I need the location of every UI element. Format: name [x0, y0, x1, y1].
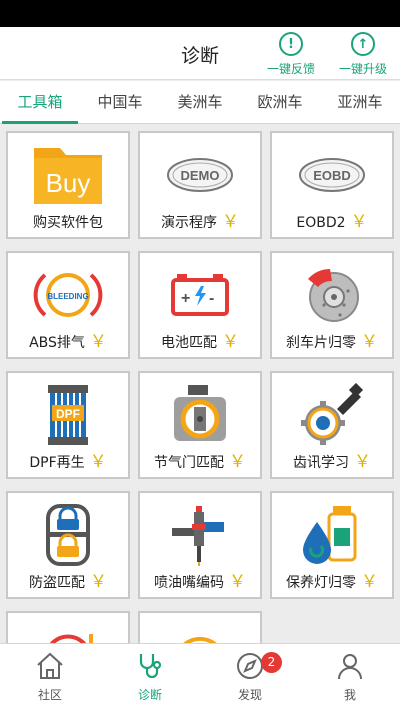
brake-bleeding-icon: BLEEDING — [8, 259, 128, 331]
tab-europe[interactable]: 欧洲车 — [240, 81, 320, 124]
tool-card-eobd2[interactable]: EOBD EOBD2 ￥ — [270, 131, 394, 239]
tool-card-demo[interactable]: DEMO 演示程序 ￥ — [138, 131, 262, 239]
price-icon: ￥ — [222, 332, 239, 352]
tool-card-immobilizer[interactable]: 防盗匹配 ￥ — [6, 491, 130, 599]
tool-label: 喷油嘴编码 — [154, 575, 224, 591]
eobd-badge-text: EOBD — [313, 168, 351, 183]
upgrade-label: 一键升级 — [338, 62, 387, 76]
tool-card-dpf-regen[interactable]: DPF DPF再生 ￥ — [6, 371, 130, 479]
oil-service-icon — [272, 499, 392, 571]
demo-badge-text: DEMO — [181, 168, 220, 183]
demo-badge-icon: DEMO — [140, 139, 260, 211]
buy-folder-text: Buy — [46, 168, 91, 198]
tool-card-battery-match[interactable]: + - 电池匹配 ￥ — [138, 251, 262, 359]
nav-community[interactable]: 社区 — [0, 650, 100, 703]
tool-label: 保养灯归零 — [286, 575, 356, 591]
price-icon: ￥ — [361, 572, 378, 592]
injector-icon — [140, 499, 260, 571]
tool-label: 刹车片归零 — [286, 335, 356, 351]
price-icon: ￥ — [222, 212, 239, 232]
exclamation-icon: ! — [279, 32, 303, 56]
battery-icon: + - — [140, 259, 260, 331]
price-icon: ￥ — [350, 212, 368, 232]
price-icon: ￥ — [229, 452, 246, 472]
dpf-filter-icon: DPF — [8, 379, 128, 451]
tool-card-injector-coding[interactable]: 喷油嘴编码 ￥ — [138, 491, 262, 599]
partial-reset-icon — [140, 619, 260, 643]
svg-text:+: + — [181, 290, 190, 307]
price-icon: ￥ — [361, 332, 378, 352]
svg-text:-: - — [209, 290, 214, 307]
price-icon: ￥ — [89, 452, 107, 472]
upgrade-button[interactable]: ↑ 一键升级 — [334, 30, 392, 77]
immobilizer-icon — [8, 499, 128, 571]
tool-grid: Buy 购买软件包 DEMO 演示程序 ￥ EOBD EOBD2 ￥ BLEED… — [0, 125, 400, 643]
price-icon: ￥ — [354, 452, 371, 472]
tab-toolbox[interactable]: 工具箱 — [0, 81, 80, 124]
tool-card-abs-bleeding[interactable]: BLEEDING ABS排气 ￥ — [6, 251, 130, 359]
nav-discover[interactable]: 2 发现 — [200, 650, 300, 703]
status-bar — [0, 0, 400, 27]
tab-china[interactable]: 中国车 — [80, 81, 160, 124]
nav-label: 我 — [343, 688, 356, 702]
stethoscope-icon — [134, 650, 166, 682]
nav-diagnosis[interactable]: 诊断 — [100, 650, 200, 703]
nav-label: 发现 — [237, 688, 262, 702]
tool-label: 防盗匹配 — [29, 575, 85, 591]
eobd-badge-icon: EOBD — [272, 139, 392, 211]
arrow-up-icon: ↑ — [351, 32, 375, 56]
tool-card-buy-package[interactable]: Buy 购买软件包 — [6, 131, 130, 239]
brake-disc-icon — [272, 259, 392, 331]
tool-label: 齿讯学习 — [293, 455, 349, 471]
tool-card-partial-2[interactable] — [138, 611, 262, 643]
price-icon: ￥ — [89, 332, 107, 352]
brand-tabs: 工具箱 中国车 美洲车 欧洲车 亚洲车 — [0, 81, 400, 124]
price-icon: ￥ — [229, 572, 246, 592]
nav-label: 诊断 — [137, 688, 162, 702]
feedback-button[interactable]: ! 一键反馈 — [262, 30, 320, 77]
tab-america[interactable]: 美洲车 — [160, 81, 240, 124]
bottom-navigation: 社区 诊断 2 发现 我 — [0, 643, 400, 711]
tool-label: ABS排气 — [29, 335, 85, 351]
partial-red-gauge-icon — [8, 619, 128, 643]
price-icon: ￥ — [90, 572, 107, 592]
tool-label: 节气门匹配 — [154, 455, 224, 471]
gear-sensor-icon — [272, 379, 392, 451]
throttle-body-icon — [140, 379, 260, 451]
tab-asia[interactable]: 亚洲车 — [320, 81, 400, 124]
bleeding-text: BLEEDING — [47, 292, 88, 301]
person-icon — [334, 650, 366, 682]
nav-label: 社区 — [37, 688, 62, 702]
nav-me[interactable]: 我 — [300, 650, 400, 703]
tool-label: 演示程序 — [161, 215, 217, 231]
notification-badge: 2 — [261, 652, 282, 673]
home-icon — [34, 650, 66, 682]
tool-label: EOBD2 — [296, 215, 346, 231]
feedback-label: 一键反馈 — [266, 62, 315, 76]
tool-card-partial-1[interactable] — [6, 611, 130, 643]
app-header: 诊断 ! 一键反馈 ↑ 一键升级 — [0, 27, 400, 80]
tool-label: DPF再生 — [29, 455, 85, 471]
buy-folder-icon: Buy — [8, 139, 128, 211]
tool-card-service-light-reset[interactable]: 保养灯归零 ￥ — [270, 491, 394, 599]
dpf-text: DPF — [56, 407, 80, 421]
tool-label: 购买软件包 — [33, 215, 103, 231]
tool-label: 电池匹配 — [161, 335, 217, 351]
tool-card-brake-pad-reset[interactable]: 刹车片归零 ￥ — [270, 251, 394, 359]
tool-card-gear-learning[interactable]: 齿讯学习 ￥ — [270, 371, 394, 479]
tool-card-throttle-match[interactable]: 节气门匹配 ￥ — [138, 371, 262, 479]
